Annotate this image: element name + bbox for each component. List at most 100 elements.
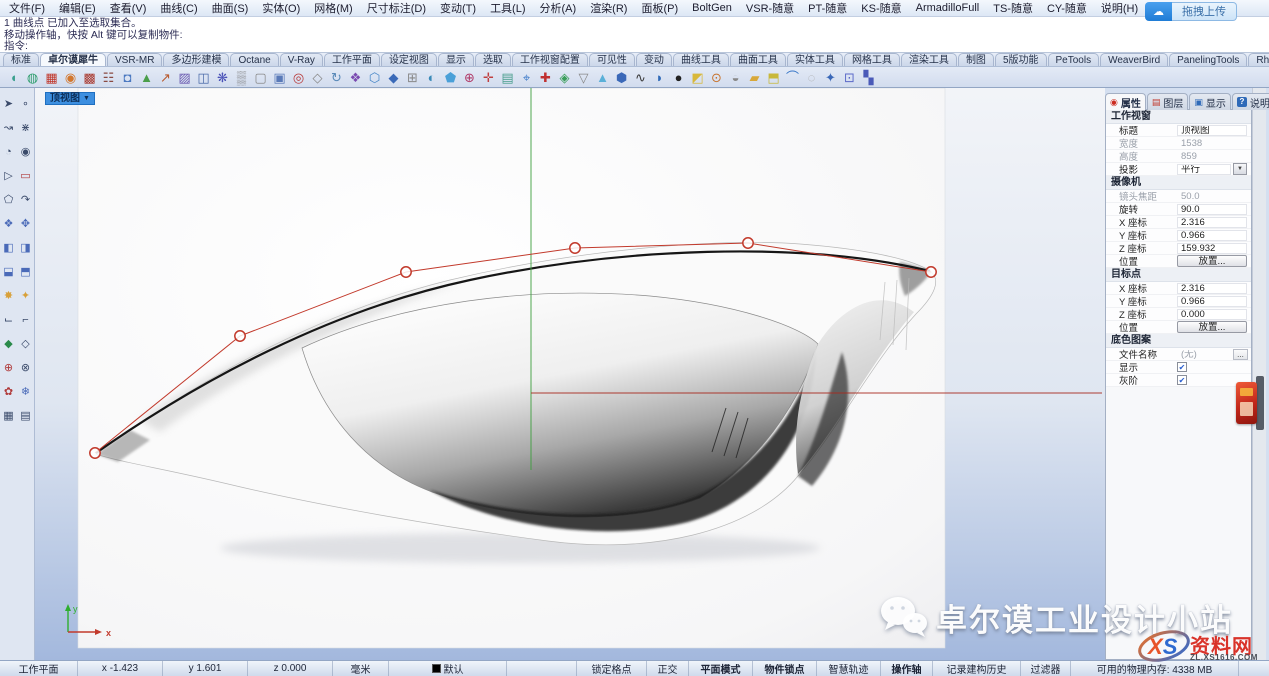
toolbar-icon[interactable]: ✚ — [536, 68, 555, 87]
toolbar-icon[interactable]: ☷ — [99, 68, 118, 87]
toolbar-icon[interactable]: ◎ — [289, 68, 308, 87]
toolbar-icon[interactable]: ◌ — [802, 68, 821, 87]
left-toolbar-icon[interactable]: ❖ — [4, 217, 14, 231]
left-toolbar-icon[interactable]: ◧ — [3, 241, 13, 255]
menu-item[interactable]: 曲线(C) — [153, 0, 204, 16]
menu-item[interactable]: 尺寸标注(D) — [360, 0, 433, 16]
toolbar-icon[interactable]: ▨ — [175, 68, 194, 87]
toolbar-tab[interactable]: 显示 — [438, 53, 474, 66]
menu-item[interactable]: 说明(H) — [1094, 0, 1145, 16]
toolbar-icon[interactable]: ⊕ — [460, 68, 479, 87]
upload-overlay[interactable]: ☁ 拖拽上传 — [1145, 2, 1237, 21]
property-value[interactable]: 90.0 — [1177, 204, 1247, 215]
property-value[interactable]: 顶视图 — [1177, 125, 1247, 136]
left-toolbar-icon[interactable]: ◉ — [21, 145, 31, 159]
left-toolbar-icon[interactable]: ▤ — [20, 409, 30, 423]
toolbar-tab[interactable]: 可见性 — [589, 53, 635, 66]
toolbar-icon[interactable]: ▲ — [593, 68, 612, 87]
panel-tab-显示[interactable]: ▣显示 — [1189, 93, 1231, 110]
control-point[interactable] — [90, 448, 100, 458]
toolbar-icon[interactable]: ⊡ — [840, 68, 859, 87]
menu-item[interactable]: CY-随意 — [1040, 0, 1094, 16]
toolbar-icon[interactable]: ✛ — [479, 68, 498, 87]
status-过滤器[interactable]: 过滤器 — [1021, 661, 1071, 676]
toolbar-icon[interactable]: ◇ — [308, 68, 327, 87]
toolbar-icon[interactable]: ◘ — [118, 68, 137, 87]
toolbar-icon[interactable]: ◈ — [555, 68, 574, 87]
left-toolbar-icon[interactable]: ✥ — [21, 217, 30, 231]
place-button[interactable]: 放置... — [1177, 255, 1247, 267]
status-正交[interactable]: 正交 — [647, 661, 689, 676]
control-point[interactable] — [926, 267, 936, 277]
toolbar-tab[interactable]: 渲染工具 — [901, 53, 957, 66]
toolbar-icon[interactable]: ⊙ — [707, 68, 726, 87]
upload-button[interactable]: 拖拽上传 — [1172, 2, 1237, 21]
left-toolbar-icon[interactable]: ⬓ — [3, 265, 13, 279]
toolbar-icon[interactable]: ◐ — [422, 68, 441, 87]
toolbar-icon[interactable]: ⬢ — [612, 68, 631, 87]
panel-scrollbar[interactable] — [1252, 88, 1266, 660]
toolbar-icon[interactable]: ▩ — [80, 68, 99, 87]
toolbar-icon[interactable]: ⬒ — [764, 68, 783, 87]
menu-item[interactable]: VSR-随意 — [739, 0, 801, 16]
left-toolbar-icon[interactable]: ↝ — [4, 121, 13, 135]
toolbar-icon[interactable]: ▒ — [232, 68, 251, 87]
toolbar-tab[interactable]: 工作视窗配置 — [512, 53, 588, 66]
left-toolbar-icon[interactable]: ✿ — [4, 385, 13, 399]
property-value[interactable]: 平行 — [1177, 164, 1231, 175]
toolbar-tab[interactable]: 5版功能 — [995, 53, 1047, 66]
menu-item[interactable]: 文件(F) — [2, 0, 52, 16]
left-toolbar-icon[interactable]: ⬠ — [4, 193, 14, 207]
left-toolbar-icon[interactable]: ◆ — [4, 337, 12, 351]
left-toolbar-icon[interactable]: ◔ — [5, 145, 12, 159]
control-point[interactable] — [235, 331, 245, 341]
dropdown-button[interactable]: ▼ — [1233, 163, 1247, 175]
left-toolbar-icon[interactable]: ◇ — [21, 337, 29, 351]
toolbar-tab[interactable]: RhinoGold — [1248, 53, 1269, 66]
toolbar-icon[interactable]: ❖ — [346, 68, 365, 87]
left-toolbar-icon[interactable]: ⋇ — [21, 121, 30, 135]
checkbox[interactable]: ✔ — [1177, 375, 1187, 385]
status-平面模式[interactable]: 平面模式 — [689, 661, 753, 676]
toolbar-icon[interactable]: ▣ — [270, 68, 289, 87]
place-button[interactable]: 放置... — [1177, 321, 1247, 333]
menu-item[interactable]: 网格(M) — [307, 0, 360, 16]
property-value[interactable]: 2.316 — [1177, 283, 1247, 294]
menu-item[interactable]: 变动(T) — [433, 0, 483, 16]
toolbar-icon[interactable]: ◖ — [4, 68, 23, 87]
command-prompt-input[interactable]: 指令: — [4, 41, 1265, 53]
left-toolbar-icon[interactable]: ∘ — [22, 97, 29, 111]
menu-item[interactable]: 编辑(E) — [52, 0, 103, 16]
left-toolbar-icon[interactable]: ▭ — [20, 169, 30, 183]
toolbar-icon[interactable]: ◒ — [726, 68, 745, 87]
toolbar-icon[interactable]: ⌖ — [517, 68, 536, 87]
toolbar-tab[interactable]: V-Ray — [280, 53, 323, 66]
left-toolbar-icon[interactable]: ✸ — [4, 289, 13, 303]
toolbar-icon[interactable]: ◍ — [23, 68, 42, 87]
toolbar-icon[interactable]: ⊞ — [403, 68, 422, 87]
toolbar-icon[interactable]: ↻ — [327, 68, 346, 87]
control-point[interactable] — [743, 238, 753, 248]
menu-item[interactable]: PT-随意 — [801, 0, 854, 16]
menu-item[interactable]: ArmadilloFull — [909, 2, 987, 14]
property-value[interactable]: (无) — [1177, 349, 1231, 360]
viewport-title-tab[interactable]: 顶视图 ▼ — [45, 92, 95, 105]
toolbar-icon[interactable]: ◫ — [194, 68, 213, 87]
toolbar-tab[interactable]: 网格工具 — [844, 53, 900, 66]
toolbar-icon[interactable]: ✦ — [821, 68, 840, 87]
floating-red-badge[interactable] — [1236, 382, 1257, 424]
toolbar-icon[interactable]: ● — [669, 68, 688, 87]
toolbar-icon[interactable]: ▲ — [137, 68, 156, 87]
toolbar-icon[interactable]: ▦ — [42, 68, 61, 87]
menu-item[interactable]: 工具(L) — [483, 0, 532, 16]
left-toolbar-icon[interactable]: ▷ — [4, 169, 12, 183]
panel-tab-说明[interactable]: ?说明 — [1232, 93, 1269, 110]
menu-item[interactable]: KS-随意 — [854, 0, 908, 16]
menu-item[interactable]: 查看(V) — [103, 0, 154, 16]
toolbar-tab[interactable]: 曲面工具 — [730, 53, 786, 66]
toolbar-tab[interactable]: 卓尔谟犀牛 — [40, 53, 106, 66]
toolbar-tab[interactable]: 设定视图 — [381, 53, 437, 66]
property-value[interactable]: 0.966 — [1177, 296, 1247, 307]
toolbar-tab[interactable]: 变动 — [636, 53, 672, 66]
toolbar-tab[interactable]: VSR-MR — [107, 53, 162, 66]
